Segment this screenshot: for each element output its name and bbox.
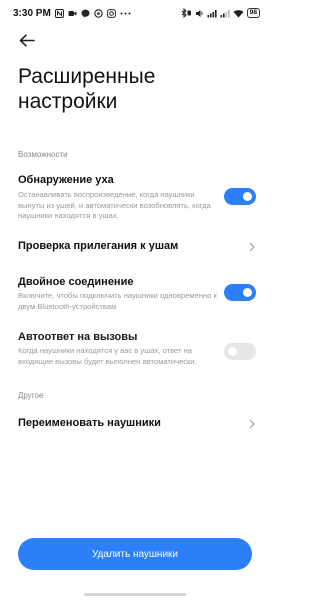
home-indicator[interactable] (84, 593, 186, 596)
setting-dual-connection-title: Двойное соединение (18, 276, 134, 288)
setting-fit-test[interactable]: Проверка прилегания к ушам (0, 240, 270, 256)
toggle-knob (243, 288, 252, 297)
notification-n-icon (54, 8, 64, 18)
setting-ear-detection[interactable]: Обнаружение уха Останавливать воспроизве… (0, 174, 270, 224)
chevron-right-icon (248, 241, 256, 253)
back-button[interactable] (14, 28, 40, 52)
arrow-left-icon (19, 33, 35, 47)
section-header-other: Другое (18, 391, 44, 400)
setting-rename-earbuds-title: Переименовать наушники (18, 417, 161, 429)
status-bar: 3:30 PM 98 (0, 0, 270, 26)
messenger-icon (81, 9, 90, 18)
delete-earbuds-button[interactable]: Удалить наушники (18, 538, 252, 570)
battery-indicator: 98 (246, 8, 260, 18)
setting-ear-detection-title: Обнаружение уха (18, 174, 114, 186)
setting-auto-answer[interactable]: Автоответ на вызовы Когда наушники наход… (0, 331, 270, 377)
section-header-features: Возможности (18, 150, 68, 159)
dual-connection-toggle[interactable] (224, 284, 256, 301)
sound-icon (195, 9, 204, 18)
more-dots-icon (120, 9, 131, 18)
toggle-knob (228, 347, 237, 356)
video-icon (68, 9, 77, 18)
auto-answer-toggle[interactable] (224, 343, 256, 360)
setting-rename-earbuds[interactable]: Переименовать наушники (0, 417, 270, 433)
status-time: 3:30 PM (13, 7, 51, 19)
wifi-icon (233, 9, 244, 18)
ear-detection-toggle[interactable] (224, 188, 256, 205)
status-left: 3:30 PM (13, 8, 131, 19)
setting-auto-answer-title: Автоответ на вызовы (18, 331, 138, 343)
setting-fit-test-title: Проверка прилегания к ушам (18, 240, 179, 252)
instagram-icon (106, 8, 116, 18)
setting-dual-connection-description: Включите, чтобы подключить наушники одно… (18, 291, 217, 311)
page-title: Расширенные настройки (18, 65, 156, 113)
status-right: 98 (180, 8, 260, 18)
whatsapp-icon (94, 8, 103, 18)
chevron-right-icon (248, 418, 256, 430)
toggle-knob (243, 192, 252, 201)
signal-icon-2 (220, 9, 230, 18)
bluetooth-headset-icon (180, 8, 192, 18)
setting-dual-connection[interactable]: Двойное соединение Включите, чтобы подкл… (0, 276, 270, 316)
setting-auto-answer-description: Когда наушники находятся у вас в ушах, о… (18, 346, 197, 366)
setting-ear-detection-description: Останавливать воспроизведение, когда нау… (18, 190, 211, 220)
signal-icon (207, 9, 217, 18)
